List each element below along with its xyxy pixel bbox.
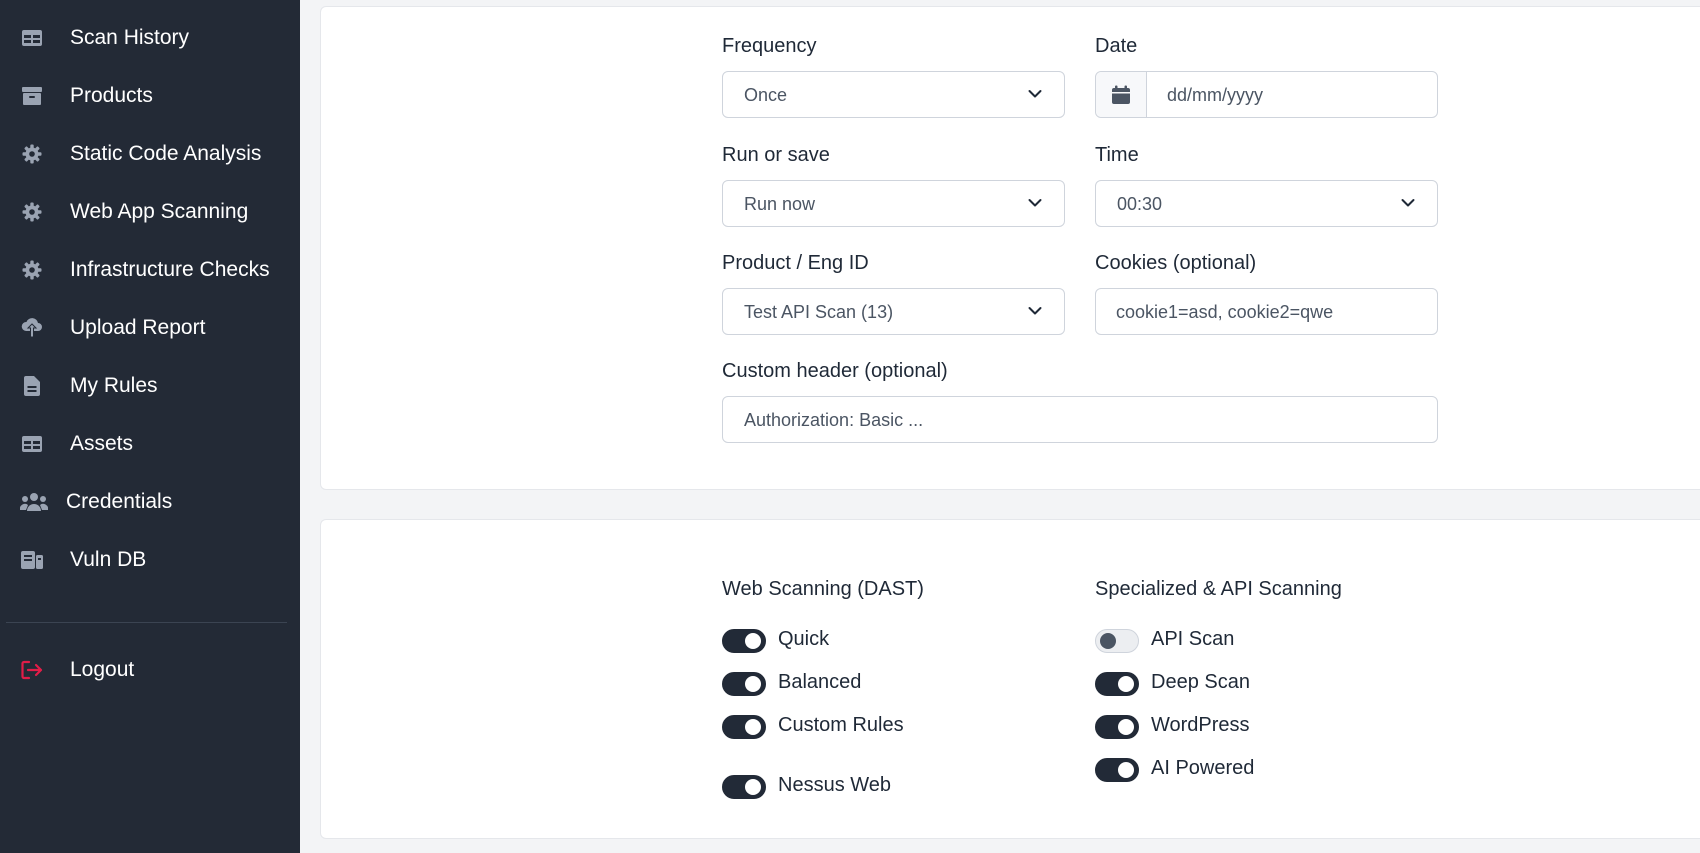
run-or-save-value: Run now xyxy=(744,194,816,214)
toggle-switch[interactable] xyxy=(1095,629,1139,653)
cookies-label: Cookies (optional) xyxy=(1095,252,1257,274)
frequency-label: Frequency xyxy=(722,35,817,57)
toggle-label: Custom Rules xyxy=(778,714,904,736)
time-value: 00:30 xyxy=(1117,194,1163,214)
sidebar-item-static-code-analysis[interactable]: Static Code Analysis xyxy=(0,134,300,174)
logout-icon xyxy=(20,660,44,680)
chevron-down-icon xyxy=(1401,199,1415,207)
toggle-label: Nessus Web xyxy=(778,774,892,796)
table-icon xyxy=(20,28,44,48)
sidebar-item-label: Credentials xyxy=(66,490,173,513)
toggle-label: Deep Scan xyxy=(1151,671,1250,693)
sidebar-item-my-rules[interactable]: My Rules xyxy=(0,366,300,406)
scan-settings-card: Frequency Once Date dd/mm/yyyy Run or sa… xyxy=(320,6,1700,490)
product-value: Test API Scan (13) xyxy=(744,302,894,322)
toggle-wordpress[interactable]: WordPress xyxy=(1095,714,1395,742)
sidebar-item-products[interactable]: Products xyxy=(0,76,300,116)
product-select[interactable]: Test API Scan (13) xyxy=(722,288,1065,335)
cookies-placeholder: cookie1=asd, cookie2=qwe xyxy=(1116,302,1334,322)
toggle-switch[interactable] xyxy=(722,629,766,653)
toggle-ai-powered[interactable]: AI Powered xyxy=(1095,757,1395,785)
sidebar-item-web-app-scanning[interactable]: Web App Scanning xyxy=(0,192,300,232)
toggle-label: WordPress xyxy=(1151,714,1250,736)
sidebar-item-label: Web App Scanning xyxy=(70,200,249,223)
sidebar-item-label: Scan History xyxy=(70,26,190,49)
sidebar: Scan History Products Static Code Analys… xyxy=(0,0,300,853)
gear-icon xyxy=(20,260,44,280)
toggle-nessus-web[interactable]: Nessus Web xyxy=(722,774,1022,802)
cookies-field[interactable]: cookie1=asd, cookie2=qwe xyxy=(1095,288,1438,335)
sidebar-item-upload-report[interactable]: Upload Report xyxy=(0,308,300,348)
document-icon xyxy=(20,376,44,396)
time-select[interactable]: 00:30 xyxy=(1095,180,1438,227)
scan-types-card: Web Scanning (DAST) Quick Balanced Custo… xyxy=(320,519,1700,839)
toggle-switch[interactable] xyxy=(1095,672,1139,696)
time-label: Time xyxy=(1095,144,1139,166)
sidebar-item-label: Assets xyxy=(70,432,134,455)
sidebar-item-label: Upload Report xyxy=(70,316,206,339)
toggle-switch[interactable] xyxy=(1095,758,1139,782)
toggle-label: AI Powered xyxy=(1151,757,1255,779)
frequency-select[interactable]: Once xyxy=(722,71,1065,118)
chevron-down-icon xyxy=(1028,199,1042,207)
sidebar-item-scan-history[interactable]: Scan History xyxy=(0,18,300,58)
sidebar-item-infrastructure-checks[interactable]: Infrastructure Checks xyxy=(0,250,300,290)
custom-header-placeholder: Authorization: Basic ... xyxy=(744,410,924,430)
date-placeholder: dd/mm/yyyy xyxy=(1167,85,1264,105)
chevron-down-icon xyxy=(1028,90,1042,98)
chevron-down-icon xyxy=(1028,307,1042,315)
date-label: Date xyxy=(1095,35,1138,57)
sidebar-item-label: Static Code Analysis xyxy=(70,142,262,165)
table-icon xyxy=(20,434,44,454)
toggle-label: Quick xyxy=(778,628,830,650)
toggle-label: Balanced xyxy=(778,671,862,693)
run-or-save-select[interactable]: Run now xyxy=(722,180,1065,227)
sidebar-item-credentials[interactable]: Credentials xyxy=(0,482,300,522)
toggle-quick[interactable]: Quick xyxy=(722,628,1022,656)
cloud-upload-icon xyxy=(20,318,44,338)
date-addon xyxy=(1096,72,1147,117)
sidebar-item-label: Vuln DB xyxy=(70,548,147,571)
users-icon xyxy=(20,492,48,512)
sidebar-item-assets[interactable]: Assets xyxy=(0,424,300,464)
web-scanning-title: Web Scanning (DAST) xyxy=(722,578,924,600)
calendar-icon xyxy=(1112,85,1130,104)
toggle-switch[interactable] xyxy=(722,715,766,739)
toggle-balanced[interactable]: Balanced xyxy=(722,671,1022,699)
toggle-switch[interactable] xyxy=(1095,715,1139,739)
database-icon xyxy=(20,550,44,570)
logout-label: Logout xyxy=(70,658,135,681)
sidebar-item-vuln-db[interactable]: Vuln DB xyxy=(0,540,300,580)
sidebar-item-label: My Rules xyxy=(70,374,158,397)
custom-header-field[interactable]: Authorization: Basic ... xyxy=(722,396,1438,443)
toggle-api-scan[interactable]: API Scan xyxy=(1095,628,1395,656)
toggle-deep-scan[interactable]: Deep Scan xyxy=(1095,671,1395,699)
date-field[interactable]: dd/mm/yyyy xyxy=(1095,71,1438,118)
sidebar-divider xyxy=(6,622,287,623)
toggle-switch[interactable] xyxy=(722,775,766,799)
gear-icon xyxy=(20,144,44,164)
sidebar-item-label: Products xyxy=(70,84,153,107)
api-scanning-title: Specialized & API Scanning xyxy=(1095,578,1342,600)
sidebar-item-label: Infrastructure Checks xyxy=(70,258,270,281)
logout-button[interactable]: Logout xyxy=(0,650,300,690)
frequency-value: Once xyxy=(744,85,788,105)
toggle-custom-rules[interactable]: Custom Rules xyxy=(722,714,1022,742)
toggle-label: API Scan xyxy=(1151,628,1235,650)
product-label: Product / Eng ID xyxy=(722,252,869,274)
toggle-switch[interactable] xyxy=(722,672,766,696)
custom-header-label: Custom header (optional) xyxy=(722,360,948,382)
gear-icon xyxy=(20,202,44,222)
archive-icon xyxy=(20,86,44,106)
run-or-save-label: Run or save xyxy=(722,144,830,166)
